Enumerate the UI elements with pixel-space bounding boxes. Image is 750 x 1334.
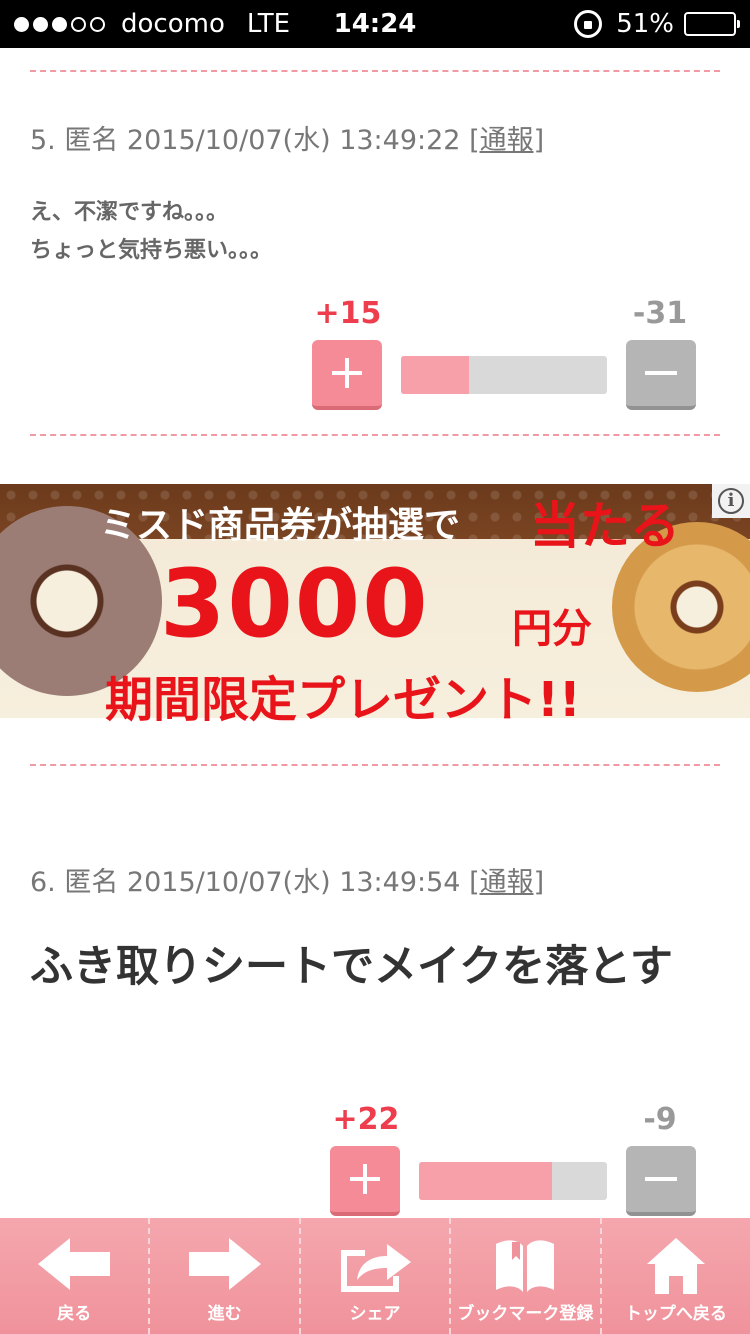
vote-ratio-bar: [401, 356, 607, 394]
comment-divider: [30, 764, 720, 766]
report-link[interactable]: [通報]: [469, 125, 544, 156]
rotation-lock-icon: [574, 10, 603, 38]
battery-icon: [684, 12, 740, 36]
vote-ratio-fill: [419, 1162, 553, 1200]
minus-vote-button[interactable]: [626, 340, 696, 410]
minus-vote-button[interactable]: [626, 1146, 696, 1216]
comment-header: 5. 匿名 2015/10/07(水) 13:49:22: [30, 125, 461, 156]
home-icon: [646, 1238, 705, 1294]
comment-divider: [30, 70, 720, 72]
ad-win-text: 当たる: [530, 497, 680, 555]
ad-subline: 期間限定プレゼント!!: [105, 672, 581, 728]
comment-header: 6. 匿名 2015/10/07(水) 13:49:54: [30, 867, 461, 898]
plus-icon: [350, 1164, 380, 1194]
top-button[interactable]: トップへ戻る: [599, 1218, 750, 1334]
info-icon: i: [718, 488, 744, 514]
vote-ratio-fill: [401, 356, 469, 394]
back-label: 戻る: [57, 1304, 92, 1324]
bookmark-label: ブックマーク登録: [457, 1304, 594, 1324]
forward-arrow-icon: [188, 1238, 261, 1290]
minus-icon: [645, 371, 677, 375]
forward-button[interactable]: 進む: [148, 1218, 298, 1334]
share-label: シェア: [349, 1304, 401, 1324]
plus-vote-button[interactable]: [312, 340, 382, 410]
ad-headline: ミスド商品券が抽選で: [100, 505, 461, 546]
plus-count: +15: [314, 296, 382, 331]
plus-count: +22: [332, 1102, 400, 1137]
vote-ratio-bar: [419, 1162, 607, 1200]
back-button[interactable]: 戻る: [0, 1218, 148, 1334]
comment-body: ふき取りシートでメイクを落とす: [30, 942, 673, 992]
battery-percent: 51%: [616, 9, 674, 39]
minus-icon: [645, 1177, 677, 1181]
back-arrow-icon: [38, 1238, 111, 1290]
top-label: トップへ戻る: [624, 1304, 727, 1324]
ad-amount-unit: 円分: [512, 606, 592, 652]
minus-count: -31: [632, 296, 688, 331]
plus-icon: [332, 358, 362, 388]
comment-meta: 6. 匿名 2015/10/07(水) 13:49:54 [通報]: [30, 860, 544, 899]
comment-meta: 5. 匿名 2015/10/07(水) 13:49:22 [通報]: [30, 118, 544, 157]
status-bar: docomo LTE 14:24 51%: [0, 0, 750, 48]
share-button[interactable]: シェア: [298, 1218, 449, 1334]
share-icon: [341, 1244, 412, 1292]
minus-count: -9: [643, 1102, 677, 1137]
comment-body: え、不潔ですね。。。 ちょっと気持ち悪い。。。: [30, 200, 273, 263]
forward-label: 進む: [207, 1304, 242, 1324]
comment-divider: [30, 434, 720, 436]
ad-amount: 3000: [160, 550, 430, 659]
status-right: 51%: [574, 0, 740, 48]
bookmark-button[interactable]: ブックマーク登録: [449, 1218, 599, 1334]
report-link[interactable]: [通報]: [469, 867, 544, 898]
ad-info-button[interactable]: i: [712, 484, 750, 518]
bookmark-icon: [496, 1240, 555, 1292]
plus-vote-button[interactable]: [330, 1146, 400, 1216]
bottom-toolbar: 戻る 進む シェア ブックマーク登録 トップへ戻る: [0, 1218, 750, 1334]
